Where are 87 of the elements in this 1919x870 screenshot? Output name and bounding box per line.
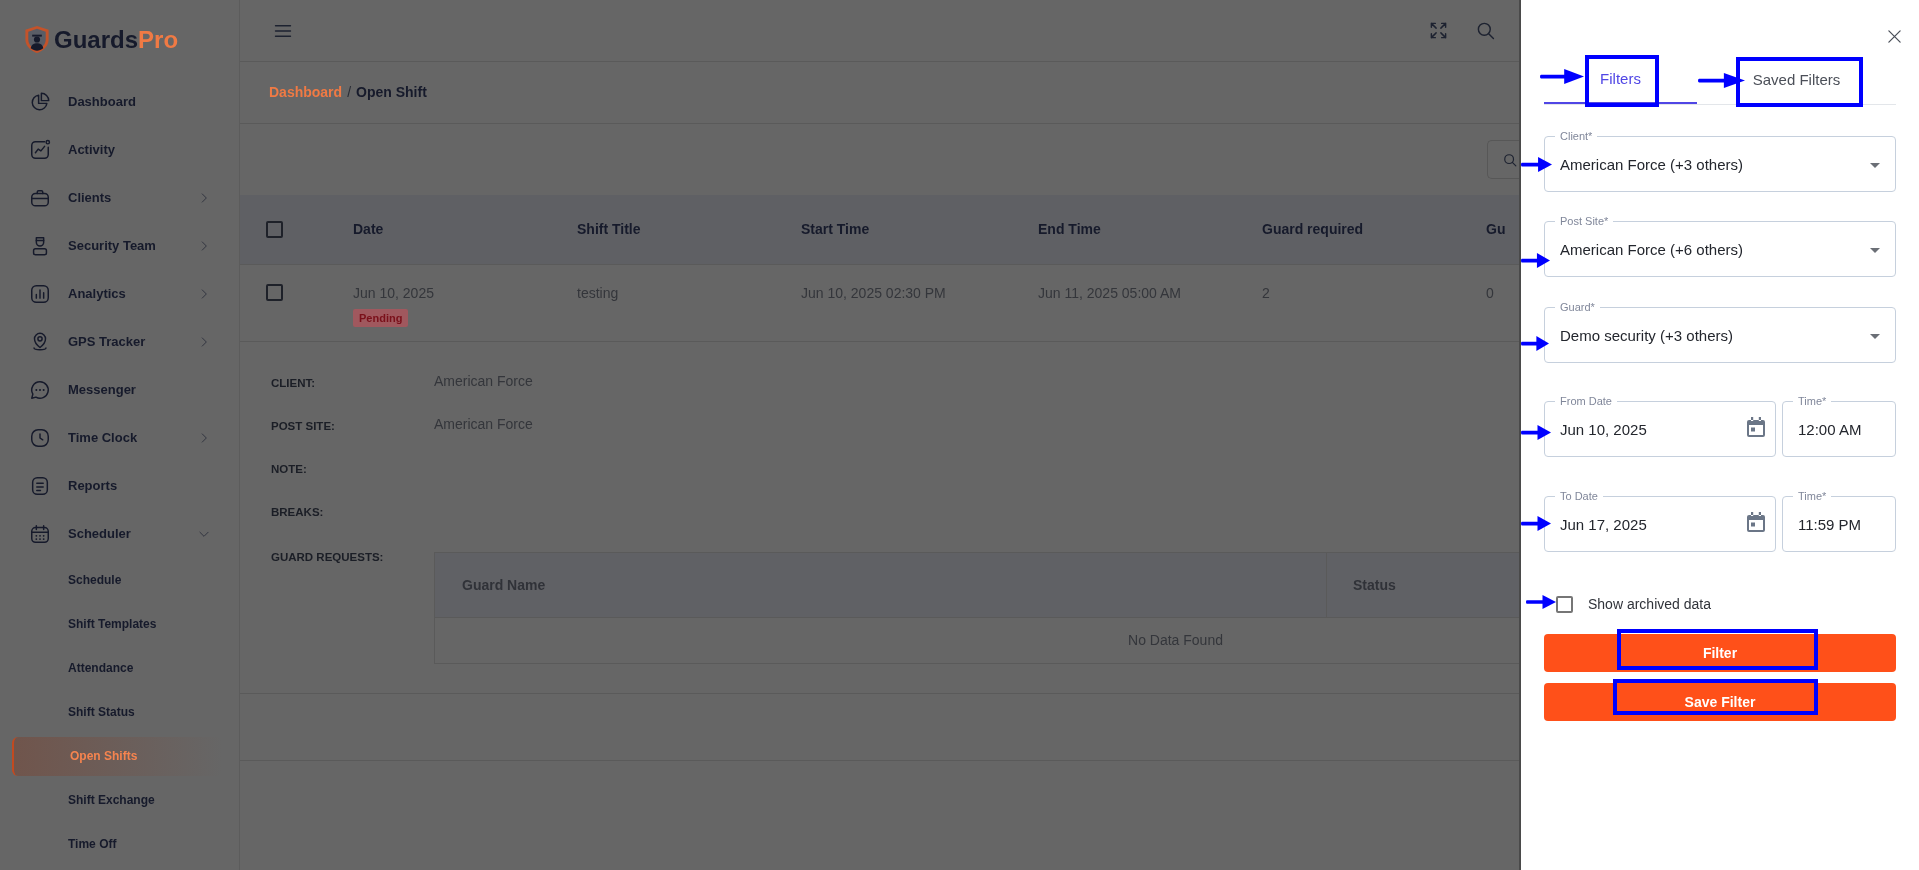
- detail-label: POST SITE:: [271, 419, 335, 432]
- select-field[interactable]: Guard* Demo security (+3 others): [1544, 301, 1896, 363]
- search-icon[interactable]: [1476, 21, 1495, 40]
- sidebar-item[interactable]: Analytics: [0, 270, 239, 318]
- column-header: Guard required: [1262, 220, 1365, 239]
- dropdown-caret-icon: [1870, 163, 1880, 168]
- sidebar-item[interactable]: Clients: [0, 174, 239, 222]
- select-field[interactable]: Post Site* American Force (+6 others): [1544, 215, 1896, 277]
- detail-label: NOTE:: [271, 462, 307, 475]
- calendar-icon: [1747, 511, 1765, 532]
- calendar-icon: [1747, 416, 1765, 437]
- checkbox[interactable]: [266, 221, 283, 238]
- breadcrumb-separator: /: [347, 83, 351, 102]
- field-label: Client*: [1559, 130, 1594, 143]
- submenu-item[interactable]: Shift Status: [12, 692, 222, 732]
- submenu-item[interactable]: Time Off: [12, 824, 222, 864]
- sidebar-item[interactable]: Dashboard: [0, 78, 239, 126]
- tab[interactable]: Saved Filters: [1697, 57, 1896, 104]
- field-value: Jun 17, 2025: [1560, 515, 1647, 536]
- submenu-item[interactable]: Attendance: [12, 648, 222, 688]
- column-header: Date: [353, 220, 385, 239]
- save-filter-button[interactable]: Save Filter: [1544, 683, 1896, 721]
- chat-bubble-icon: [29, 379, 51, 401]
- detail-label: CLIENT:: [271, 376, 316, 389]
- arrow-icon: [1540, 69, 1584, 84]
- dropdown-caret-icon: [1870, 334, 1880, 339]
- arrow-icon: [1521, 425, 1551, 440]
- sidebar-item[interactable]: Activity: [0, 126, 239, 174]
- document-icon: [29, 475, 51, 497]
- field-label: Post Site*: [1559, 215, 1610, 228]
- logo-text: GuardsPro: [54, 25, 179, 55]
- arrow-icon: [1521, 336, 1549, 351]
- trend-chart-icon: [29, 139, 51, 161]
- field-value: Demo security (+3 others): [1560, 326, 1733, 347]
- filter-button[interactable]: Filter: [1544, 634, 1896, 672]
- arrow-icon: [1521, 516, 1551, 531]
- field-label: Time*: [1797, 490, 1828, 503]
- sidebar-item[interactable]: Reports: [0, 462, 239, 510]
- sidebar-item[interactable]: Time Clock: [0, 414, 239, 462]
- pie-chart-icon: [29, 91, 51, 113]
- arrow-icon: [1698, 73, 1745, 88]
- field-label: To Date: [1559, 490, 1599, 503]
- detail-label: BREAKS:: [271, 505, 324, 518]
- breadcrumb-current: Open Shift: [356, 83, 427, 102]
- close-icon: [1887, 29, 1902, 44]
- arrow-icon: [1521, 253, 1550, 268]
- field-value: American Force (+6 others): [1560, 240, 1743, 261]
- select-field[interactable]: Client* American Force (+3 others): [1544, 130, 1896, 192]
- checkbox[interactable]: [1556, 596, 1573, 613]
- checkbox[interactable]: [266, 284, 283, 301]
- dropdown-caret-icon: [1870, 248, 1880, 253]
- expand-icon[interactable]: [1429, 21, 1448, 40]
- shield-logo-icon: [24, 25, 50, 54]
- sidebar-item[interactable]: Security Team: [0, 222, 239, 270]
- clock-icon: [29, 427, 51, 449]
- arrow-icon: [1521, 157, 1552, 172]
- detail-label: GUARD REQUESTS:: [271, 551, 384, 563]
- field-label: From Date: [1559, 395, 1613, 408]
- field-value: 12:00 AM: [1798, 420, 1862, 441]
- field-label: Time*: [1797, 395, 1828, 408]
- submenu-item[interactable]: Shift Templates: [12, 604, 222, 644]
- sidebar-item[interactable]: Messenger: [0, 366, 239, 414]
- field-value: Jun 10, 2025: [1560, 420, 1647, 441]
- select-field[interactable]: From Date Jun 10, 2025: [1544, 395, 1776, 457]
- select-field[interactable]: Time* 12:00 AM: [1782, 395, 1896, 457]
- column-header: End Time: [1038, 220, 1102, 239]
- select-field[interactable]: Time* 11:59 PM: [1782, 490, 1896, 552]
- sidebar-item[interactable]: Scheduler: [0, 510, 239, 558]
- select-field[interactable]: To Date Jun 17, 2025: [1544, 490, 1776, 552]
- calendar-icon: [29, 523, 51, 545]
- column-header: Shift Title: [577, 220, 642, 239]
- close-button[interactable]: [1887, 29, 1902, 44]
- field-value: 11:59 PM: [1798, 515, 1862, 536]
- checkbox-label: Show archived data: [1588, 595, 1711, 614]
- search-icon: [1503, 152, 1517, 167]
- bar-chart-icon: [29, 283, 51, 305]
- field-value: American Force (+3 others): [1560, 155, 1743, 176]
- field-label: Guard*: [1559, 301, 1596, 314]
- submenu-item[interactable]: Schedule: [12, 560, 222, 600]
- column-header: Start Time: [801, 220, 871, 239]
- column-header: Gu: [1486, 220, 1507, 239]
- submenu-item[interactable]: Shift Exchange: [12, 780, 222, 820]
- arrow-icon: [1526, 595, 1556, 609]
- status-badge: Pending: [353, 309, 409, 327]
- sidebar-item[interactable]: GPS Tracker: [0, 318, 239, 366]
- briefcase-icon: [29, 187, 51, 209]
- breadcrumb-link[interactable]: Dashboard: [269, 82, 343, 103]
